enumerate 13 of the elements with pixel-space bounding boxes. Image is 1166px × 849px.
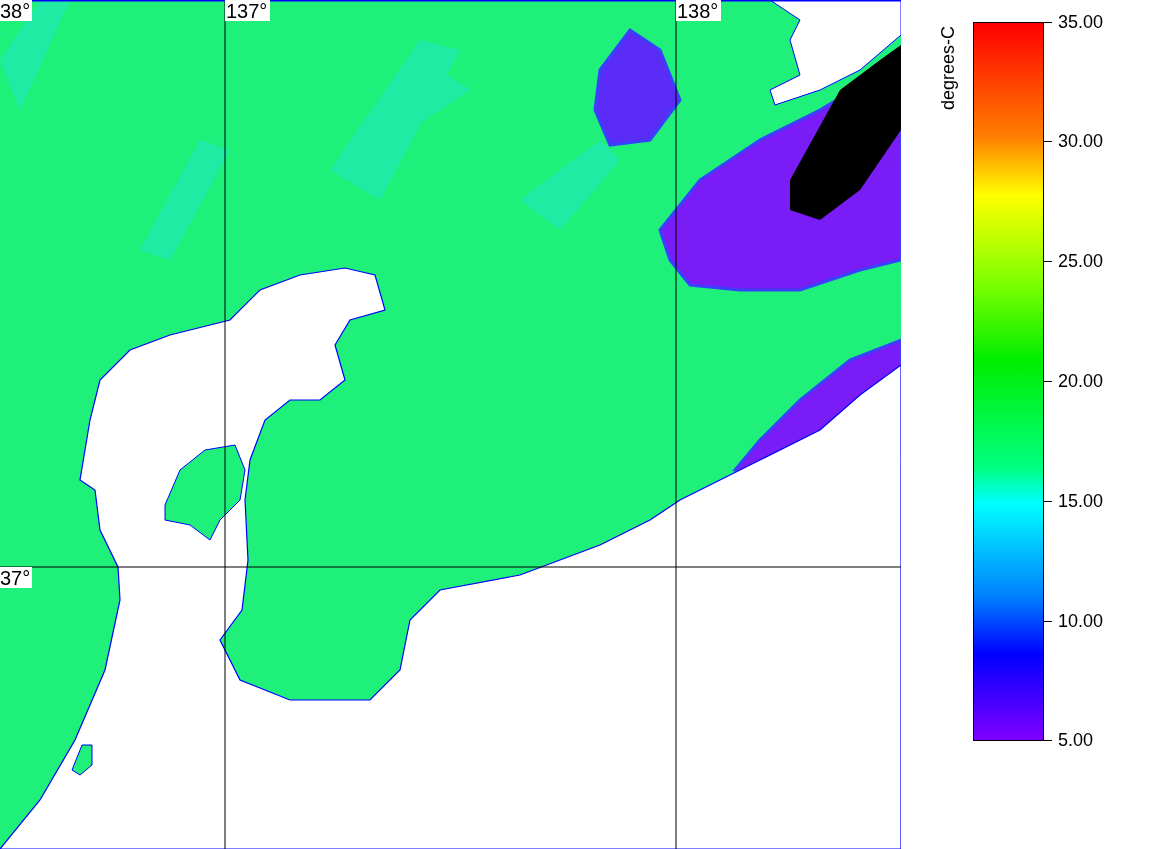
colorbar-title: degrees-C [938,26,959,111]
colorbar-tick-label: 15.00 [1058,490,1104,512]
latitude-label: 38° [0,0,32,22]
colorbar-tick-label: 25.00 [1058,251,1104,273]
colorbar-tick-label: 5.00 [1058,730,1094,752]
island-drawing [71,744,93,776]
colorbar-tick-label: 30.00 [1058,131,1104,153]
latitude-label: 37° [0,567,32,589]
colorbar-tick-label: 20.00 [1058,371,1104,392]
longitude-label: 137° [225,0,270,22]
colorbar-tick-label: 35.00 [1058,11,1104,33]
longitude-label: 138° [676,0,721,22]
colorbar-tick-label: 10.00 [1058,610,1104,632]
